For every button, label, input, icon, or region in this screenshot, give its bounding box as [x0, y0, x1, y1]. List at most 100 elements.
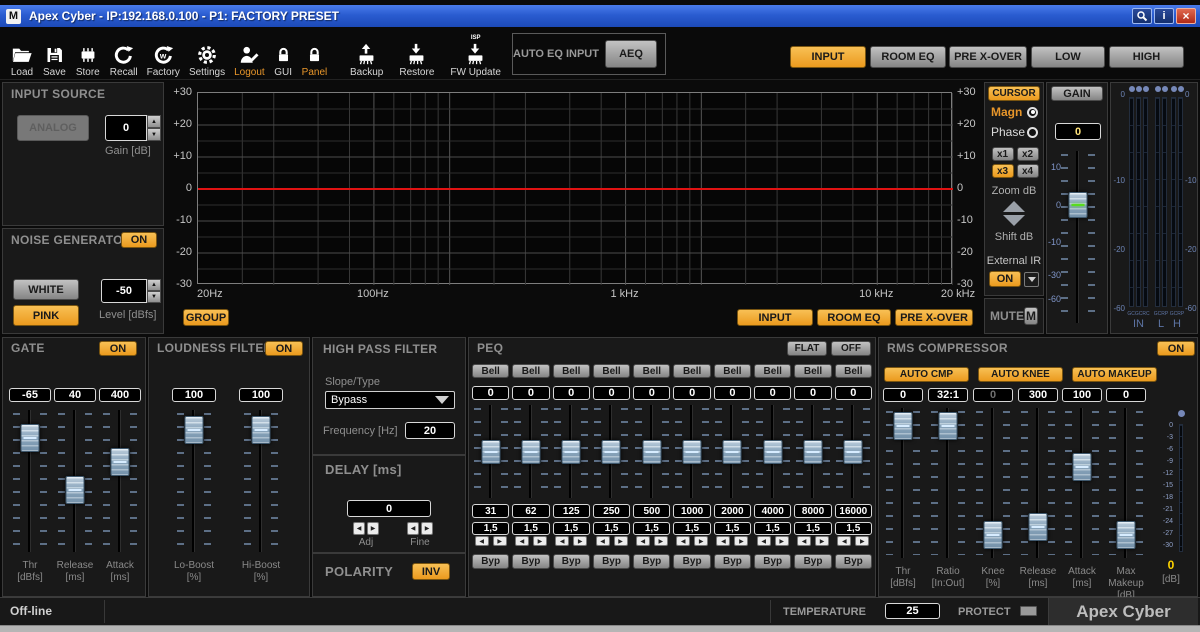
peq-band-q-value[interactable]: 1,5 [593, 522, 630, 535]
peq-band-type-button[interactable]: Bell [633, 364, 670, 378]
gate-attack-fader-handle[interactable] [111, 448, 130, 476]
q-right-arrow[interactable]: ▶ [573, 536, 587, 546]
peq-band-frequency-value[interactable]: 2000 [714, 504, 751, 518]
compressor-max-makeup-fader[interactable] [1104, 408, 1148, 558]
delay-fine-arrows[interactable]: ◀▶ [407, 522, 433, 535]
q-right-arrow[interactable]: ▶ [815, 536, 829, 546]
magn-radio[interactable] [1027, 107, 1038, 118]
q-left-arrow[interactable]: ◀ [596, 536, 610, 546]
gate-release-fader-handle[interactable] [66, 476, 85, 504]
q-left-arrow[interactable]: ◀ [797, 536, 811, 546]
toolbar-item-factory[interactable]: wFactory [145, 29, 182, 78]
compressor-attack-fader[interactable] [1060, 408, 1104, 558]
q-right-arrow[interactable]: ▶ [694, 536, 708, 546]
graph-tab-room-eq[interactable]: ROOM EQ [817, 309, 891, 326]
peq-band-fader-handle[interactable] [481, 440, 500, 464]
peq-band-gain-value[interactable]: 0 [593, 386, 630, 400]
compressor-release-value[interactable]: 300 [1018, 388, 1058, 402]
external-ir-on-button[interactable]: ON [989, 271, 1021, 287]
master-gain-fader-handle[interactable] [1069, 192, 1088, 218]
auto-knee-button[interactable]: AUTO KNEE [978, 367, 1063, 382]
peq-band-fader-handle[interactable] [602, 440, 621, 464]
gate-thr-fader-handle[interactable] [21, 424, 40, 452]
loudness-hi-boost-fader[interactable] [239, 410, 283, 552]
gate-release-value[interactable]: 40 [54, 388, 96, 402]
peq-flat-button[interactable]: FLAT [787, 341, 827, 356]
peq-band-bypass-button[interactable]: Byp [754, 554, 791, 569]
toolbar-item-backup[interactable]: Backup [348, 29, 385, 78]
compressor-ratio-value[interactable]: 32:1 [928, 388, 968, 402]
peq-band-q-arrows[interactable]: ◀▶ [714, 536, 751, 546]
peq-band-q-arrows[interactable]: ◀▶ [633, 536, 670, 546]
peq-band-fader[interactable] [509, 405, 553, 498]
gain-down-button[interactable]: ▼ [147, 128, 161, 141]
gate-thr-value[interactable]: -65 [9, 388, 51, 402]
compressor-release-fader[interactable] [1016, 408, 1060, 558]
q-left-arrow[interactable]: ◀ [716, 536, 730, 546]
q-right-arrow[interactable]: ▶ [614, 536, 628, 546]
peq-band-bypass-button[interactable]: Byp [593, 554, 630, 569]
peq-band-type-button[interactable]: Bell [754, 364, 791, 378]
peq-band-bypass-button[interactable]: Byp [553, 554, 590, 569]
peq-band-fader-handle[interactable] [803, 440, 822, 464]
peq-band-bypass-button[interactable]: Byp [835, 554, 872, 569]
peq-band-q-arrows[interactable]: ◀▶ [754, 536, 791, 546]
q-right-arrow[interactable]: ▶ [775, 536, 789, 546]
loudness-hi-boost-value[interactable]: 100 [239, 388, 283, 402]
gate-on-button[interactable]: ON [99, 341, 137, 356]
group-button[interactable]: GROUP [183, 309, 229, 326]
peq-band-frequency-value[interactable]: 125 [553, 504, 590, 518]
slope-type-select[interactable]: Bypass [325, 391, 455, 409]
peq-band-q-value[interactable]: 1,5 [553, 522, 590, 535]
close-button[interactable]: × [1176, 8, 1196, 24]
noise-level-stepper[interactable]: -50 ▲▼ [101, 279, 161, 303]
peq-band-gain-value[interactable]: 0 [835, 386, 872, 400]
peq-band-q-value[interactable]: 1,5 [835, 522, 872, 535]
peq-band-q-arrows[interactable]: ◀▶ [794, 536, 831, 546]
toolbar-item-settings[interactable]: Settings [187, 29, 227, 78]
peq-band-gain-value[interactable]: 0 [633, 386, 670, 400]
compressor-thr-fader[interactable] [881, 408, 925, 558]
toolbar-item-restore[interactable]: Restore [397, 29, 436, 78]
peq-band-frequency-value[interactable]: 250 [593, 504, 630, 518]
zoom-x1-button[interactable]: x1 [992, 147, 1014, 161]
peq-off-button[interactable]: OFF [831, 341, 871, 356]
peq-band-fader-handle[interactable] [682, 440, 701, 464]
zoom-x2-button[interactable]: x2 [1017, 147, 1039, 161]
q-left-arrow[interactable]: ◀ [475, 536, 489, 546]
peq-band-type-button[interactable]: Bell [512, 364, 549, 378]
zoom-x4-button[interactable]: x4 [1017, 164, 1039, 178]
peq-band-q-arrows[interactable]: ◀▶ [512, 536, 549, 546]
peq-band-frequency-value[interactable]: 16000 [835, 504, 872, 518]
delay-adj-arrows[interactable]: ◀▶ [353, 522, 379, 535]
toolbar-item-logout[interactable]: Logout [232, 29, 267, 78]
peq-band-fader[interactable] [589, 405, 633, 498]
loudness-on-button[interactable]: ON [265, 341, 303, 356]
noise-on-button[interactable]: ON [121, 232, 157, 248]
compressor-release-fader-handle[interactable] [1029, 513, 1048, 541]
peq-band-type-button[interactable]: Bell [593, 364, 630, 378]
peq-band-gain-value[interactable]: 0 [754, 386, 791, 400]
peq-band-frequency-value[interactable]: 500 [633, 504, 670, 518]
peq-band-bypass-button[interactable]: Byp [633, 554, 670, 569]
peq-band-fader-handle[interactable] [642, 440, 661, 464]
peq-band-fader-handle[interactable] [562, 440, 581, 464]
tab-pre-x-over[interactable]: PRE X-OVER [949, 46, 1027, 68]
gate-release-fader[interactable] [53, 410, 97, 552]
phase-radio[interactable] [1027, 127, 1038, 138]
info-button[interactable]: i [1154, 8, 1174, 24]
peq-band-fader[interactable] [710, 405, 754, 498]
q-left-arrow[interactable]: ◀ [837, 536, 851, 546]
level-up-button[interactable]: ▲ [147, 279, 161, 291]
peq-band-gain-value[interactable]: 0 [714, 386, 751, 400]
toolbar-item-fw-update[interactable]: ISPFW Update [448, 29, 503, 78]
peq-band-gain-value[interactable]: 0 [512, 386, 549, 400]
external-ir-dropdown-button[interactable] [1024, 272, 1039, 287]
q-right-arrow[interactable]: ▶ [654, 536, 668, 546]
compressor-knee-value[interactable]: 0 [973, 388, 1013, 402]
peq-band-q-value[interactable]: 1,5 [673, 522, 710, 535]
q-left-arrow[interactable]: ◀ [555, 536, 569, 546]
compressor-ratio-fader[interactable] [926, 408, 970, 558]
peq-band-bypass-button[interactable]: Byp [673, 554, 710, 569]
compressor-max-makeup-fader-handle[interactable] [1117, 521, 1136, 549]
